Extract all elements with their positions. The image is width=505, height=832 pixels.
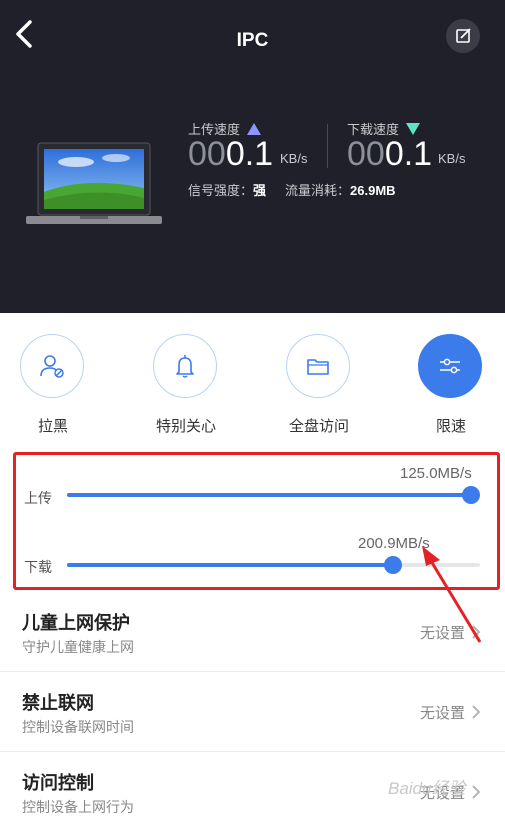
- speed-limit-panel: 125.0MB/s 上传 200.9MB/s 下载: [13, 452, 500, 590]
- device-detail-screen: IPC 上传速度 000.1 KB/s 下载速度 000.1 KB/s 信号强度…: [0, 0, 505, 832]
- sliders-icon: [440, 358, 460, 374]
- download-limit-thumb[interactable]: [384, 556, 403, 574]
- list-item-network-ban[interactable]: 禁止联网 控制设备联网时间 无设置: [0, 672, 505, 752]
- laptop-icon: [26, 142, 162, 224]
- special-care-label: 特别关心: [155, 418, 216, 435]
- full-disk-access-button[interactable]: [286, 334, 352, 398]
- download-limit-slider[interactable]: [67, 556, 480, 574]
- download-speed-value: 000.1: [347, 135, 433, 173]
- list-item-subtitle: 守护儿童健康上网: [22, 639, 134, 655]
- download-limit-value: 200.9MB/s: [358, 535, 430, 552]
- upload-arrow-icon: [246, 123, 261, 135]
- folder-icon: [307, 359, 329, 375]
- signal-strength: 信号强度：强: [188, 183, 267, 198]
- upload-limit-thumb[interactable]: [462, 486, 480, 504]
- upload-limit-label: 上传: [24, 490, 52, 506]
- special-care-button[interactable]: [153, 334, 219, 398]
- list-item-value: 无设置: [419, 705, 465, 722]
- download-speed-unit: KB/s: [438, 151, 466, 166]
- user-block-icon: [40, 355, 64, 378]
- list-item-subtitle: 控制设备联网时间: [22, 719, 134, 735]
- list-item-child-protection[interactable]: 儿童上网保护 守护儿童健康上网 无设置: [0, 592, 505, 672]
- speed-limit-label: 限速: [435, 418, 466, 435]
- list-item-title: 儿童上网保护: [22, 613, 130, 633]
- chevron-right-icon: [472, 785, 481, 799]
- edit-icon: [456, 28, 471, 43]
- chevron-right-icon: [472, 625, 481, 639]
- upload-limit-value: 125.0MB/s: [400, 465, 472, 482]
- list-item-value: 无设置: [419, 625, 465, 642]
- chevron-right-icon: [472, 705, 481, 719]
- upload-speed-unit: KB/s: [280, 151, 308, 166]
- upload-limit-fill: [67, 493, 471, 497]
- speed-limit-button[interactable]: [418, 334, 484, 398]
- device-header: IPC 上传速度 000.1 KB/s 下载速度 000.1 KB/s 信号强度…: [0, 0, 505, 313]
- block-button[interactable]: [20, 334, 86, 398]
- full-disk-access-label: 全盘访问: [288, 418, 349, 435]
- list-item-subtitle: 控制设备上网行为: [22, 799, 134, 815]
- upload-limit-slider[interactable]: [67, 486, 480, 504]
- edit-button[interactable]: [446, 19, 480, 53]
- page-title: IPC: [236, 30, 269, 51]
- upload-speed-value: 000.1: [188, 135, 274, 173]
- list-item-title: 访问控制: [22, 773, 94, 793]
- watermark: Baidu经验: [388, 779, 466, 798]
- download-limit-fill: [67, 563, 394, 567]
- download-arrow-icon: [405, 123, 420, 135]
- block-label: 拉黑: [37, 418, 68, 435]
- download-limit-label: 下载: [24, 559, 52, 575]
- traffic-usage: 流量消耗：26.9MB: [285, 183, 396, 198]
- bell-icon: [176, 355, 194, 378]
- speed-divider: [327, 124, 328, 168]
- list-item-title: 禁止联网: [22, 693, 94, 713]
